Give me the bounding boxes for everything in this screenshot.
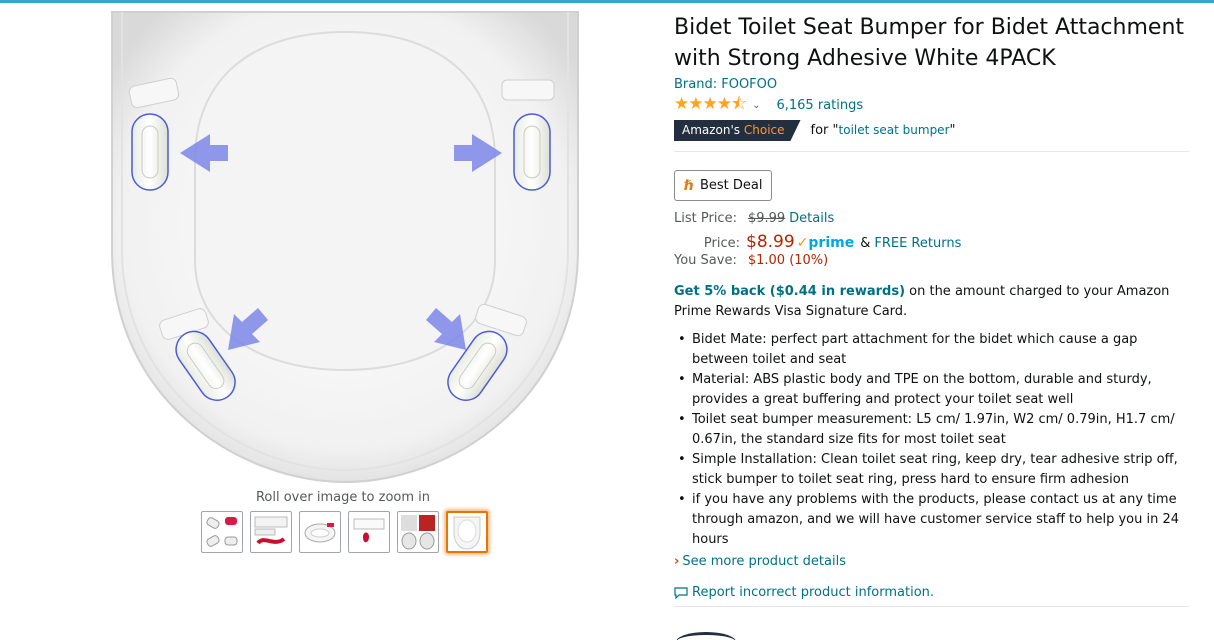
thumbnail-5[interactable] <box>397 511 439 553</box>
ratings-count-link[interactable]: 6,165 ratings <box>776 98 863 113</box>
see-more-details-link[interactable]: › See more product details <box>674 554 1189 569</box>
rating-row: ★★★★⯪ ⌄ 6,165 ratings <box>674 94 1189 116</box>
zoom-hint: Roll over image to zoom in <box>255 490 431 505</box>
main-product-image[interactable] <box>100 10 590 490</box>
divider <box>674 151 1189 152</box>
chevron-down-icon[interactable]: ⌄ <box>752 100 760 111</box>
toilet-seat-illustration <box>111 11 579 484</box>
feature-bullet: Simple Installation: Clean toilet seat r… <box>674 450 1189 490</box>
prime-check-icon: ✓ <box>796 235 809 251</box>
feature-bullets: Bidet Mate: perfect part attachment for … <box>674 330 1189 550</box>
amazons-choice-row: Amazon's Choice for "toilet seat bumper" <box>674 120 1189 141</box>
price-table: List Price: $9.99 Details Price: $8.99 ✓… <box>674 211 1189 274</box>
report-incorrect-info-link[interactable]: Report incorrect product information. <box>674 585 1189 600</box>
thumbnail-6-selected[interactable] <box>446 511 488 553</box>
free-returns-link[interactable]: FREE Returns <box>874 236 961 251</box>
list-price-row: List Price: $9.99 Details <box>674 211 835 226</box>
you-save-row: You Save: $1.00 (10%) <box>674 253 829 268</box>
amazons-choice-badge: Amazon's Choice <box>674 120 801 141</box>
deal-logo-icon: ℏ <box>684 177 694 194</box>
star-rating-icon[interactable]: ★★★★⯪ <box>674 91 747 120</box>
choice-for-text: for "toilet seat bumper" <box>810 123 956 138</box>
speech-bubble-icon <box>674 586 688 599</box>
partial-logo-icon <box>676 632 736 640</box>
brand-link[interactable]: Brand: FOOFOO <box>674 77 1189 92</box>
thumbnail-2[interactable] <box>250 511 292 553</box>
feature-bullet: Toilet seat bumper measurement: L5 cm/ 1… <box>674 410 1189 450</box>
prime-badge[interactable]: ✓prime <box>797 235 855 251</box>
feature-bullet: if you have any problems with the produc… <box>674 490 1189 550</box>
price-value: $8.99 <box>746 232 795 252</box>
thumbnail-1[interactable] <box>201 511 243 553</box>
bumper-top-left <box>131 113 169 191</box>
product-title: Bidet Toilet Seat Bumper for Bidet Attac… <box>674 15 1185 71</box>
product-detail-panel: Bidet Toilet Seat Bumper for Bidet Attac… <box>674 12 1189 607</box>
thumbnail-3[interactable] <box>299 511 341 553</box>
you-save-value: $1.00 (10%) <box>747 253 829 268</box>
best-deal-button[interactable]: ℏ Best Deal <box>674 170 773 201</box>
details-link[interactable]: Details <box>789 211 834 226</box>
choice-keyword-link[interactable]: toilet seat bumper <box>839 123 950 137</box>
feature-bullet: Material: ABS plastic body and TPE on th… <box>674 370 1189 410</box>
top-accent-line <box>0 0 1214 3</box>
thumbnail-4[interactable] <box>348 511 390 553</box>
price-row: Price: $8.99 ✓prime & FREE Returns <box>703 232 962 252</box>
rewards-link[interactable]: Get 5% back ($0.44 in rewards) <box>674 284 905 299</box>
rewards-offer: Get 5% back ($0.44 in rewards) on the am… <box>674 284 1170 319</box>
divider <box>674 606 1189 607</box>
chevron-right-icon: › <box>674 554 680 569</box>
thumbnail-strip <box>201 511 488 553</box>
list-price: $9.99 <box>747 211 786 226</box>
feature-bullet: Bidet Mate: perfect part attachment for … <box>674 330 1189 370</box>
bumper-top-right <box>513 113 551 191</box>
